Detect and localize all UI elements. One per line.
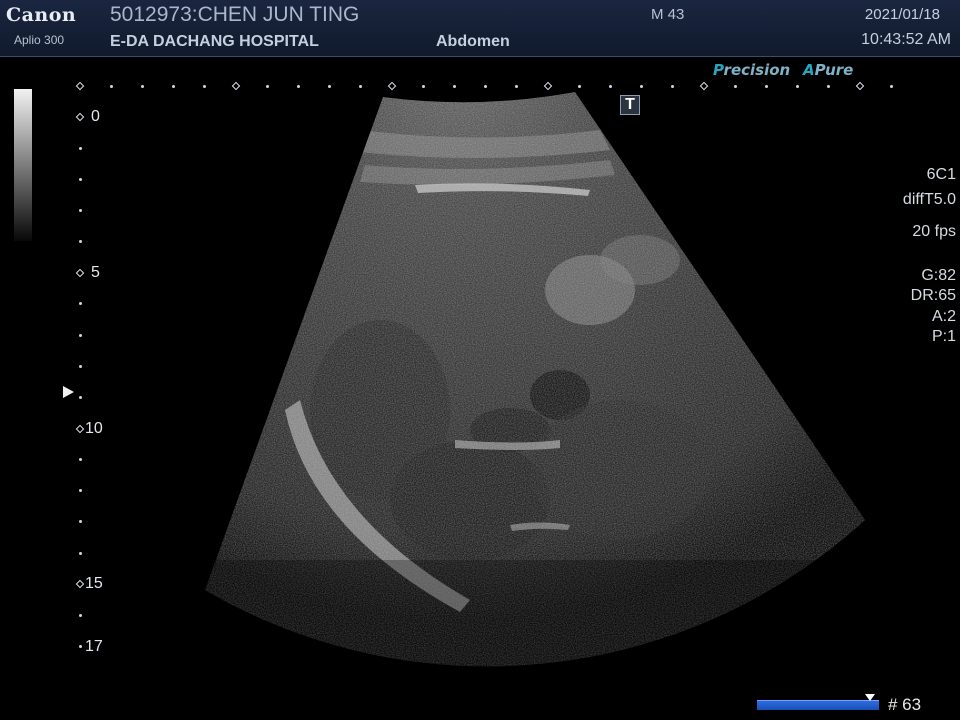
- lateral-minor-tick: [764, 84, 768, 88]
- exam-date: 2021/01/18: [864, 6, 940, 23]
- patient-id-name: 5012973:CHEN JUN TING: [110, 3, 360, 26]
- frame-rate-label: 20 fps: [912, 223, 956, 240]
- depth-minor-tick: [78, 551, 82, 555]
- dynamic-range-label: DR:65: [910, 287, 956, 304]
- device-model: Aplio 300: [14, 33, 65, 47]
- lateral-minor-tick: [515, 84, 519, 88]
- depth-minor-tick: [78, 395, 82, 399]
- lateral-minor-tick: [796, 84, 800, 88]
- depth-minor-tick: [78, 364, 82, 368]
- lateral-minor-tick: [359, 84, 363, 88]
- lateral-minor-tick: [640, 84, 644, 88]
- lateral-minor-tick: [328, 84, 332, 88]
- lateral-minor-tick: [827, 84, 831, 88]
- precision-badge-initial: P: [713, 61, 724, 79]
- depth-label: 15: [85, 575, 103, 593]
- cine-pointer-icon[interactable]: [865, 694, 875, 701]
- patient-meta: M 43: [651, 6, 685, 23]
- lateral-minor-tick: [203, 84, 207, 88]
- exam-time: 10:43:52 AM: [861, 31, 951, 48]
- scan-sector: [205, 92, 865, 667]
- frame-counter: # 63: [888, 695, 922, 714]
- lateral-minor-tick: [608, 84, 612, 88]
- precision-badge-text: recision: [723, 61, 791, 79]
- depth-minor-tick: [78, 645, 82, 649]
- lateral-minor-tick: [265, 84, 269, 88]
- depth-minor-tick: [78, 458, 82, 462]
- depth-minor-tick: [78, 489, 82, 493]
- depth-minor-tick: [78, 177, 82, 181]
- focus-marker-icon[interactable]: [63, 386, 74, 398]
- probe-label: 6C1: [926, 166, 956, 183]
- depth-minor-tick: [78, 240, 82, 244]
- ultrasound-image: [205, 92, 865, 667]
- hospital-name: E-DA DACHANG HOSPITAL: [110, 33, 319, 50]
- header-bar: Canon Aplio 300 5012973:CHEN JUN TING E-…: [0, 0, 960, 57]
- lateral-minor-tick: [140, 84, 144, 88]
- depth-label: 17: [85, 637, 103, 655]
- lateral-minor-tick: [733, 84, 737, 88]
- apure-badge-initial: A: [803, 61, 815, 79]
- depth-label: 10: [85, 419, 103, 437]
- lateral-minor-tick: [889, 84, 893, 88]
- gain-label: G:82: [921, 267, 956, 284]
- lateral-minor-tick: [109, 84, 113, 88]
- p-param-label: P:1: [931, 328, 956, 345]
- cine-progress-bar[interactable]: [757, 700, 879, 710]
- imaging-mode-label: diffT5.0: [902, 191, 956, 208]
- transducer-orientation-icon: T: [620, 95, 640, 115]
- depth-minor-tick: [78, 613, 82, 617]
- lateral-minor-tick: [452, 84, 456, 88]
- depth-label: 0: [91, 108, 100, 125]
- brand-logo: Canon: [6, 4, 77, 26]
- ultrasound-screen: Canon Aplio 300 5012973:CHEN JUN TING E-…: [0, 0, 960, 720]
- lateral-minor-tick: [421, 84, 425, 88]
- lateral-minor-tick: [296, 84, 300, 88]
- lateral-minor-tick: [172, 84, 176, 88]
- depth-minor-tick: [78, 333, 82, 337]
- depth-minor-tick: [78, 208, 82, 212]
- precision-badge: Precision: [713, 61, 790, 79]
- apure-badge-text: Pure: [814, 61, 854, 79]
- grayscale-bar: [14, 89, 32, 241]
- lateral-minor-tick: [577, 84, 581, 88]
- lateral-minor-tick: [484, 84, 488, 88]
- depth-minor-tick: [78, 146, 82, 150]
- exam-type: Abdomen: [436, 33, 510, 50]
- lateral-minor-tick: [671, 84, 675, 88]
- depth-label: 5: [91, 263, 100, 281]
- a-param-label: A:2: [931, 308, 956, 325]
- apure-badge: APure: [803, 61, 853, 79]
